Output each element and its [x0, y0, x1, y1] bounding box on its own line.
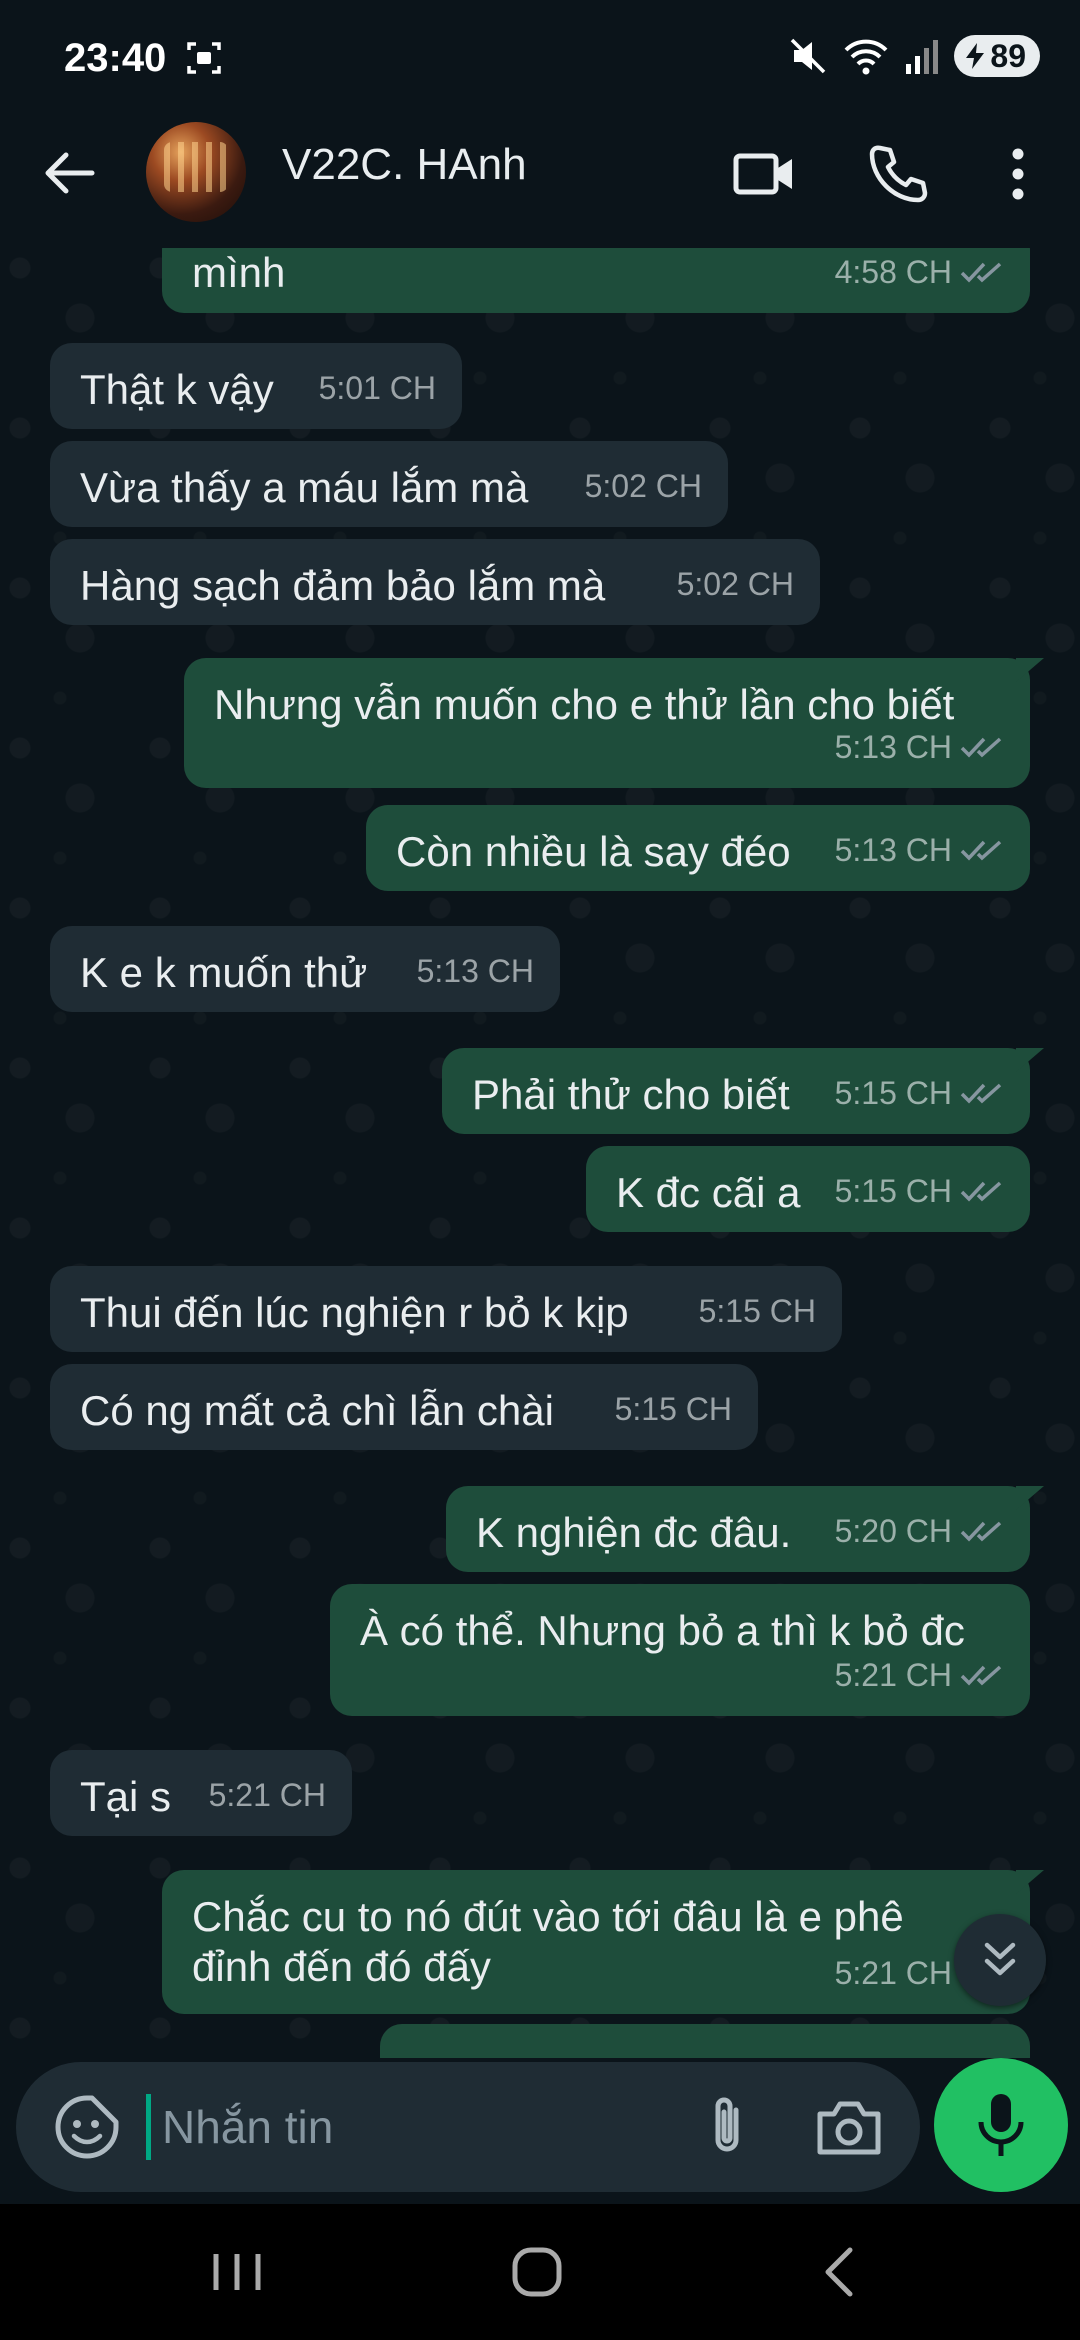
message-incoming[interactable]: Vừa thấy a máu lắm mà 5:02 CH — [50, 441, 728, 527]
message-meta: 5:01 CH — [319, 363, 436, 413]
status-icons: 89 — [788, 34, 1040, 78]
message-outgoing-partial[interactable] — [380, 2024, 1030, 2058]
battery-level: 89 — [990, 37, 1026, 74]
message-outgoing[interactable]: Chắc cu to nó đút vào tới đâu là e phê đ… — [162, 1870, 1030, 2014]
message-outgoing[interactable]: À có thể. Nhưng bỏ a thì k bỏ đc 5:21 CH — [330, 1584, 1030, 1716]
screenshot-icon — [187, 42, 221, 74]
read-receipt-icon — [960, 1181, 1002, 1202]
read-receipt-icon — [960, 840, 1002, 861]
sticker-emoji-icon[interactable] — [52, 2092, 122, 2162]
message-input[interactable]: Nhắn tin — [162, 2100, 333, 2154]
message-time: 5:02 CH — [676, 566, 794, 602]
status-bar: 23:40 89 — [0, 0, 1080, 118]
message-incoming[interactable]: Hàng sạch đảm bảo lắm mà 5:02 CH — [50, 539, 820, 625]
message-time: 5:15 CH — [834, 1173, 952, 1209]
message-incoming[interactable]: Thật k vậy 5:01 CH — [50, 343, 462, 429]
message-incoming[interactable]: K e k muốn thử 5:13 CH — [50, 926, 560, 1012]
chat-header: V22C. HAnh — [0, 118, 1080, 248]
charging-icon — [966, 43, 985, 69]
read-receipt-icon — [960, 737, 1002, 758]
message-meta: 5:15 CH — [699, 1286, 816, 1336]
message-meta: 5:02 CH — [585, 461, 702, 511]
message-outgoing[interactable]: mình 4:58 CH — [162, 248, 1030, 313]
voice-call-icon[interactable] — [866, 142, 930, 206]
status-time: 23:40 — [64, 36, 167, 80]
contact-avatar[interactable] — [146, 122, 246, 222]
message-composer: Nhắn tin — [16, 2062, 920, 2192]
microphone-icon — [978, 2094, 1024, 2156]
read-receipt-icon — [960, 1083, 1002, 1104]
message-meta: 5:13 CH — [835, 825, 1004, 875]
message-meta: 4:58 CH — [835, 248, 1004, 297]
message-outgoing[interactable]: K đc cãi a 5:15 CH — [586, 1146, 1030, 1232]
message-time: 5:21 CH — [834, 1955, 952, 1991]
battery-indicator: 89 — [954, 35, 1040, 77]
message-time: 5:15 CH — [698, 1293, 816, 1329]
scroll-to-bottom-button[interactable] — [954, 1914, 1046, 2006]
message-meta: 5:15 CH — [835, 1068, 1004, 1118]
message-outgoing[interactable]: Phải thử cho biết 5:15 CH — [442, 1048, 1030, 1134]
message-outgoing[interactable]: Nhưng vẫn muốn cho e thử lần cho biết 5:… — [184, 658, 1030, 788]
message-meta: 5:15 CH — [835, 1166, 1004, 1216]
message-time: 4:58 CH — [834, 254, 952, 290]
double-chevron-down-icon — [984, 1942, 1016, 1976]
message-time: 5:15 CH — [834, 1075, 952, 1111]
attach-icon[interactable] — [692, 2092, 762, 2162]
message-time: 5:21 CH — [208, 1777, 326, 1813]
chat-area[interactable]: mình 4:58 CH Thật k vậy 5:01 CH Vừa thấy… — [0, 248, 1080, 2058]
read-receipt-icon — [960, 1665, 1002, 1686]
more-options-icon[interactable] — [986, 142, 1050, 206]
message-meta: 5:13 CH — [835, 722, 1004, 772]
system-nav-bar — [0, 2204, 1080, 2340]
message-incoming[interactable]: Có ng mất cả chì lẫn chài 5:15 CH — [50, 1364, 758, 1450]
message-incoming[interactable]: Thui đến lúc nghiện r bỏ k kịp 5:15 CH — [50, 1266, 842, 1352]
signal-icon — [906, 40, 939, 74]
back-arrow-icon[interactable] — [40, 143, 100, 203]
message-meta: 5:13 CH — [417, 946, 534, 996]
text-cursor — [146, 2094, 151, 2160]
read-receipt-icon — [960, 1521, 1002, 1542]
message-meta: 5:20 CH — [835, 1506, 1004, 1556]
recent-apps-icon[interactable] — [202, 2242, 272, 2302]
message-time: 5:13 CH — [834, 832, 952, 868]
message-meta: 5:02 CH — [677, 559, 794, 609]
contact-name[interactable]: V22C. HAnh — [282, 140, 527, 190]
message-text: À có thể. Nhưng bỏ a thì k bỏ đc — [360, 1607, 965, 1654]
message-meta: 5:15 CH — [615, 1384, 732, 1434]
mute-icon — [791, 38, 826, 74]
camera-icon[interactable] — [814, 2094, 884, 2160]
back-nav-icon[interactable] — [806, 2242, 876, 2302]
message-time: 5:01 CH — [318, 370, 436, 406]
message-time: 5:21 CH — [834, 1657, 952, 1693]
message-outgoing[interactable]: Còn nhiều là say đéo 5:13 CH — [366, 805, 1030, 891]
message-meta: 5:21 CH — [835, 1650, 1004, 1700]
message-time: 5:13 CH — [416, 953, 534, 989]
message-meta: 5:21 CH — [209, 1770, 326, 1820]
message-time: 5:15 CH — [614, 1391, 732, 1427]
read-receipt-icon — [960, 262, 1002, 283]
message-outgoing[interactable]: K nghiện đc đâu. 5:20 CH — [446, 1486, 1030, 1572]
home-icon[interactable] — [502, 2242, 572, 2302]
message-time: 5:02 CH — [584, 468, 702, 504]
message-incoming[interactable]: Tại s 5:21 CH — [50, 1750, 352, 1836]
wifi-icon — [844, 39, 888, 75]
message-time: 5:20 CH — [834, 1513, 952, 1549]
video-call-icon[interactable] — [732, 142, 796, 206]
voice-message-button[interactable] — [934, 2058, 1068, 2192]
message-time: 5:13 CH — [834, 729, 952, 765]
